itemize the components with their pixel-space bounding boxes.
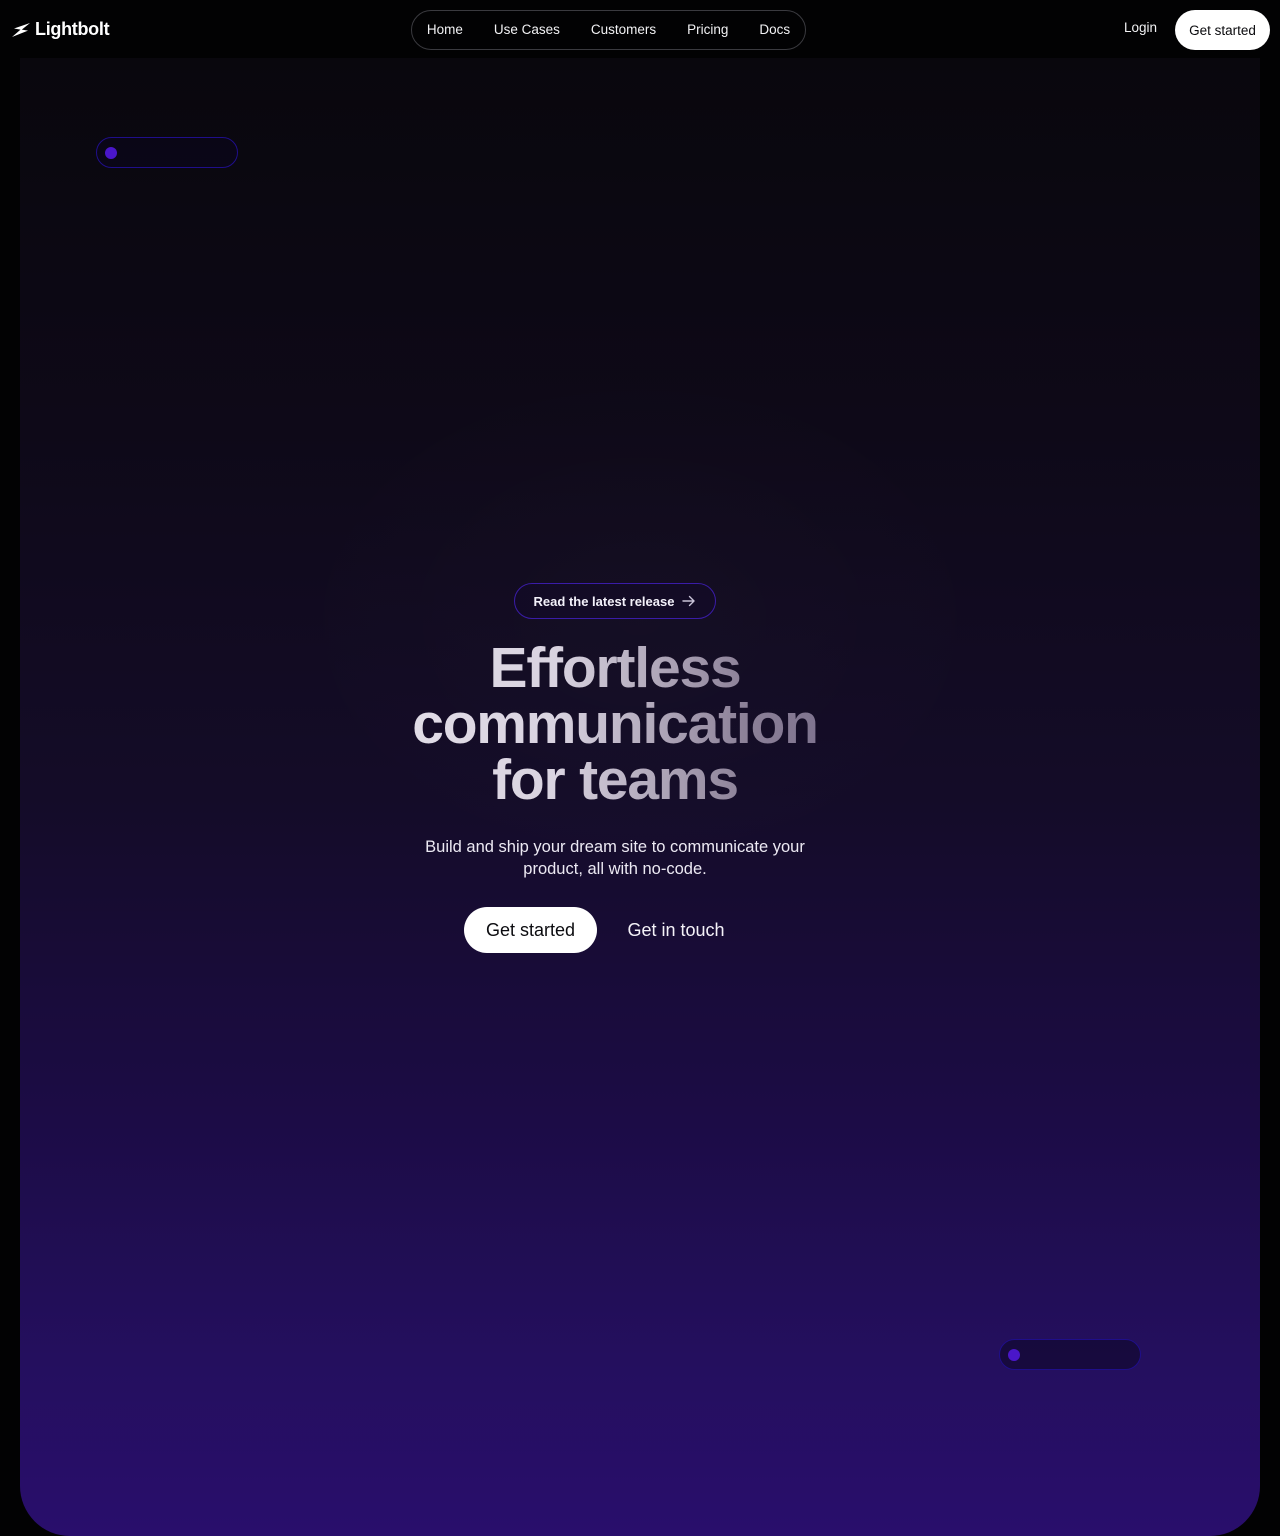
latest-release-link[interactable]: Read the latest release — [514, 583, 716, 619]
site-header: Lightbolt Home Use Cases Customers Prici… — [0, 0, 1280, 58]
nav-item-customers[interactable]: Customers — [575, 11, 671, 49]
lightning-bolt-icon — [12, 22, 30, 37]
pill-dot — [105, 147, 117, 159]
release-badge-label: Read the latest release — [533, 593, 675, 609]
get-in-touch-button[interactable]: Get in touch — [616, 907, 736, 953]
header-get-started-button[interactable]: Get started — [1175, 10, 1270, 50]
hero-section: Read the latest release Effortless commu… — [20, 58, 1260, 1536]
decorative-pill — [999, 1339, 1141, 1370]
nav-item-docs[interactable]: Docs — [744, 11, 806, 49]
headline-line: for teams — [492, 748, 738, 812]
nav-item-home[interactable]: Home — [411, 11, 478, 49]
get-started-button[interactable]: Get started — [464, 907, 597, 953]
main-nav: Home Use Cases Customers Pricing Docs — [411, 10, 806, 50]
headline-line: Effortless — [489, 636, 741, 700]
login-link[interactable]: Login — [1124, 20, 1157, 35]
pill-dot — [1008, 1349, 1020, 1361]
headline-line: communication — [412, 692, 818, 756]
arrow-right-icon — [682, 595, 696, 607]
brand-logo-link[interactable]: Lightbolt — [11, 19, 110, 40]
decorative-pill — [96, 137, 238, 168]
brand-name: Lightbolt — [35, 19, 110, 39]
hero-subtitle: Build and ship your dream site to commun… — [425, 838, 805, 878]
nav-item-use-cases[interactable]: Use Cases — [478, 11, 575, 49]
hero-headline: Effortless communication for teams — [320, 640, 910, 808]
nav-item-pricing[interactable]: Pricing — [672, 11, 744, 49]
